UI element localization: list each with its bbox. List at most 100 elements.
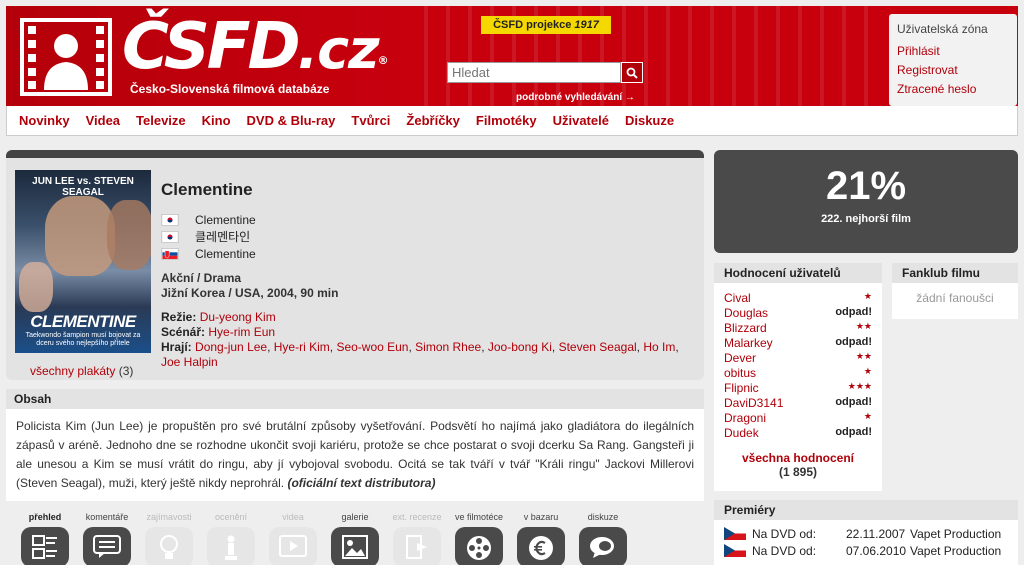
premieres-list: Na DVD od: 22.11.2007 Vapet Production N… bbox=[714, 520, 1018, 559]
nav-item-diskuze[interactable]: Diskuze bbox=[625, 113, 674, 128]
list-item: Blizzard ★★ bbox=[724, 321, 872, 336]
rating-stars: ★ bbox=[863, 366, 872, 376]
user-zone-title: Uživatelská zóna bbox=[897, 22, 988, 36]
nav-item-zebricky[interactable]: Žebříčky bbox=[406, 113, 459, 128]
nav-item-videa[interactable]: Videa bbox=[86, 113, 120, 128]
premiere-distributor: Vapet Production bbox=[910, 526, 1002, 541]
south-korea-flag-icon bbox=[161, 213, 179, 226]
list-item: Flipnic ★★★ bbox=[724, 381, 872, 396]
gallery-icon bbox=[331, 527, 379, 565]
tab-ve-filmotece[interactable]: ve filmotéce bbox=[448, 512, 510, 565]
user-link[interactable]: Dever bbox=[724, 351, 756, 366]
user-link[interactable]: Dudek bbox=[724, 426, 759, 441]
list-item: Dudek odpad! bbox=[724, 426, 872, 441]
film-strip-logo-icon[interactable] bbox=[20, 18, 112, 96]
cast-row: Hrají: Dong-jun Lee, Hye-ri Kim, Seo-woo… bbox=[161, 340, 679, 369]
rating-text: odpad! bbox=[835, 336, 872, 348]
user-link[interactable]: Malarkey bbox=[724, 336, 773, 351]
video-icon bbox=[269, 527, 317, 565]
tab-zajimavosti[interactable]: zajímavosti bbox=[138, 512, 200, 565]
nav-item-uzivatele[interactable]: Uživatelé bbox=[553, 113, 609, 128]
cast-link[interactable]: Joe Halpin bbox=[161, 355, 218, 369]
tab-oceneni[interactable]: ocenění bbox=[200, 512, 262, 565]
writer-link[interactable]: Hye-rim Eun bbox=[208, 325, 275, 339]
slovakia-flag-icon bbox=[161, 247, 179, 260]
tab-label: galerie bbox=[341, 512, 369, 522]
list-item: Dragoni ★ bbox=[724, 411, 872, 426]
advanced-search-link[interactable]: podrobné vyhledávání → bbox=[516, 92, 635, 103]
euro-icon bbox=[517, 527, 565, 565]
cast-label: Hrají: bbox=[161, 340, 192, 354]
user-link[interactable]: Cival bbox=[724, 291, 751, 306]
rating-rank[interactable]: 222. nejhorší film bbox=[714, 213, 1018, 225]
rating-stars: ★ bbox=[863, 291, 872, 301]
search-input[interactable] bbox=[447, 62, 621, 83]
cast-link[interactable]: Joo-bong Ki bbox=[488, 340, 552, 354]
list-item: Malarkey odpad! bbox=[724, 336, 872, 351]
tab-diskuze[interactable]: diskuze bbox=[572, 512, 634, 565]
tab-komentare[interactable]: komentáře bbox=[76, 512, 138, 565]
tab-prehled[interactable]: přehled bbox=[14, 512, 76, 565]
tab-videa[interactable]: videa bbox=[262, 512, 324, 565]
poster-title: CLEMENTINE bbox=[30, 312, 136, 331]
cast-link[interactable]: Dong-jun Lee bbox=[195, 340, 267, 354]
director-row: Režie: Du-yeong Kim bbox=[161, 310, 696, 325]
movie-genre-origin: Akční / Drama Jižní Korea / USA, 2004, 9… bbox=[161, 271, 338, 301]
user-link[interactable]: Dragoni bbox=[724, 411, 766, 426]
user-link[interactable]: DaviD3141 bbox=[724, 396, 783, 411]
alternative-names: Clementine 클레멘타인 Clementine bbox=[161, 211, 256, 262]
user-ratings-list: Cival ★ Douglas odpad! Blizzard ★★ Malarkey… bbox=[714, 283, 882, 441]
all-ratings-count: (1 895) bbox=[778, 465, 818, 479]
poster-top-text: JUN LEE vs. STEVEN SEAGAL bbox=[32, 176, 134, 198]
tab-label: přehled bbox=[28, 512, 62, 522]
director-link[interactable]: Du-yeong Kim bbox=[200, 310, 276, 324]
lost-password-link[interactable]: Ztracené heslo bbox=[897, 82, 1009, 96]
plot-heading: Obsah bbox=[6, 389, 704, 409]
nav-item-dvd-bluray[interactable]: DVD & Blu-ray bbox=[247, 113, 336, 128]
promo-badge[interactable]: ČSFD projekce 1917 bbox=[481, 16, 611, 34]
cast-link[interactable]: Hye-ri Kim bbox=[274, 340, 330, 354]
cast-link[interactable]: Ho Im bbox=[643, 340, 675, 354]
all-ratings-link[interactable]: všechna hodnocení bbox=[714, 451, 882, 465]
brand-logo[interactable]: ČSFD.cz ® bbox=[122, 12, 389, 85]
poster-face bbox=[107, 200, 151, 270]
all-posters-link[interactable]: všechny plakáty (3) bbox=[30, 364, 133, 378]
all-posters-label: všechny plakáty bbox=[30, 364, 116, 378]
tab-ext-recenze[interactable]: ext. recenze bbox=[386, 512, 448, 565]
czech-flag-icon bbox=[724, 544, 746, 557]
tab-label: ve filmotéce bbox=[454, 512, 504, 522]
tab-v-bazaru[interactable]: v bazaru bbox=[510, 512, 572, 565]
user-link[interactable]: Flipnic bbox=[724, 381, 759, 396]
search-button[interactable] bbox=[621, 62, 643, 83]
tab-label: ocenění bbox=[214, 512, 248, 522]
list-item: Douglas odpad! bbox=[724, 306, 872, 321]
awards-icon bbox=[207, 527, 255, 565]
fanclub-empty: žádní fanoušci bbox=[916, 291, 994, 305]
user-link[interactable]: obitus bbox=[724, 366, 756, 381]
promo-prefix: ČSFD projekce bbox=[493, 19, 572, 31]
alt-name-row: 클레멘타인 bbox=[161, 228, 256, 245]
nav-item-televize[interactable]: Televize bbox=[136, 113, 186, 128]
nav-item-tvurci[interactable]: Tvůrci bbox=[351, 113, 390, 128]
site-header: ČSFD.cz ® Česko-Slovenská filmová databá… bbox=[6, 6, 1018, 106]
register-link[interactable]: Registrovat bbox=[897, 63, 1009, 77]
fanclub-heading: Fanklub filmu bbox=[892, 263, 1018, 283]
user-link[interactable]: Douglas bbox=[724, 306, 768, 321]
comments-icon bbox=[83, 527, 131, 565]
search-icon bbox=[626, 67, 638, 79]
cast-link[interactable]: Seo-woo Eun bbox=[336, 340, 408, 354]
alt-name-row: Clementine bbox=[161, 245, 256, 262]
nav-item-filmoteky[interactable]: Filmotéky bbox=[476, 113, 537, 128]
promo-film: 1917 bbox=[574, 19, 599, 31]
cast-link[interactable]: Simon Rhee bbox=[415, 340, 481, 354]
user-link[interactable]: Blizzard bbox=[724, 321, 767, 336]
nav-item-novinky[interactable]: Novinky bbox=[19, 113, 70, 128]
cast-link[interactable]: Steven Seagal bbox=[559, 340, 637, 354]
movie-poster[interactable]: JUN LEE vs. STEVEN SEAGAL CLEMENTINE Tae… bbox=[15, 170, 151, 353]
premiere-distributor: Vapet Production bbox=[910, 543, 1002, 558]
login-link[interactable]: Přihlásit bbox=[897, 44, 1009, 58]
reviews-icon bbox=[393, 527, 441, 565]
list-item: obitus ★ bbox=[724, 366, 872, 381]
tab-galerie[interactable]: galerie bbox=[324, 512, 386, 565]
nav-item-kino[interactable]: Kino bbox=[202, 113, 231, 128]
